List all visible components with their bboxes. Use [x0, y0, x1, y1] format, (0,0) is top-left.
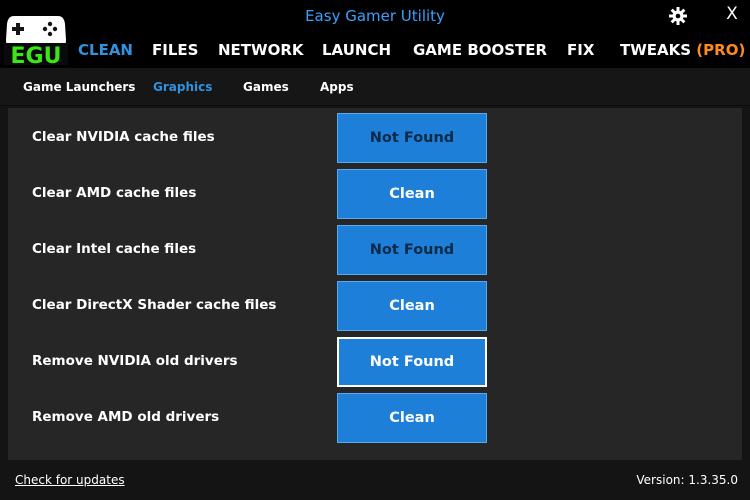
nvidia-cache-button[interactable]: Not Found	[337, 113, 487, 163]
intel-cache-button[interactable]: Not Found	[337, 225, 487, 275]
subtab-apps[interactable]: Apps	[320, 80, 354, 94]
check-updates-link[interactable]: Check for updates	[15, 473, 125, 487]
nav-network[interactable]: NETWORK	[218, 41, 304, 59]
pro-badge: (PRO)	[696, 41, 746, 59]
subtab-game-launchers[interactable]: Game Launchers	[23, 80, 135, 94]
nav-files[interactable]: FILES	[152, 41, 198, 59]
sub-nav: Game Launchers Graphics Games Apps	[0, 68, 750, 106]
row-label-amd-cache: Clear AMD cache files	[32, 185, 197, 201]
row-label-intel-cache: Clear Intel cache files	[32, 241, 197, 257]
gear-icon[interactable]	[668, 6, 688, 26]
subtab-games[interactable]: Games	[243, 80, 289, 94]
app-title: Easy Gamer Utility	[305, 7, 445, 25]
nvidia-drivers-button[interactable]: Not Found	[337, 337, 487, 387]
row-label-directx-cache: Clear DirectX Shader cache files	[32, 297, 277, 313]
egu-logo: EGU	[4, 10, 68, 69]
main-nav: CLEAN FILES NETWORK LAUNCH GAME BOOSTER …	[0, 32, 750, 68]
directx-cache-button[interactable]: Clean	[337, 281, 487, 331]
row-label-amd-drivers: Remove AMD old drivers	[32, 409, 220, 425]
amd-cache-button[interactable]: Clean	[337, 169, 487, 219]
nav-game-booster[interactable]: GAME BOOSTER	[413, 41, 547, 59]
subtab-graphics[interactable]: Graphics	[153, 80, 212, 94]
close-icon[interactable]: X	[722, 4, 742, 26]
nav-fix[interactable]: FIX	[567, 41, 594, 59]
nav-launch[interactable]: LAUNCH	[322, 41, 391, 59]
version-label: Version: 1.3.35.0	[636, 473, 738, 487]
row-label-nvidia-cache: Clear NVIDIA cache files	[32, 129, 215, 145]
logo-text: EGU	[11, 44, 62, 66]
nav-clean[interactable]: CLEAN	[78, 41, 133, 59]
nav-tweaks[interactable]: TWEAKS (PRO)	[620, 41, 745, 59]
row-label-nvidia-drivers: Remove NVIDIA old drivers	[32, 353, 238, 369]
nav-tweaks-label: TWEAKS	[620, 41, 692, 59]
amd-drivers-button[interactable]: Clean	[337, 393, 487, 443]
graphics-panel: Clear NVIDIA cache files Not Found Clear…	[8, 108, 742, 460]
